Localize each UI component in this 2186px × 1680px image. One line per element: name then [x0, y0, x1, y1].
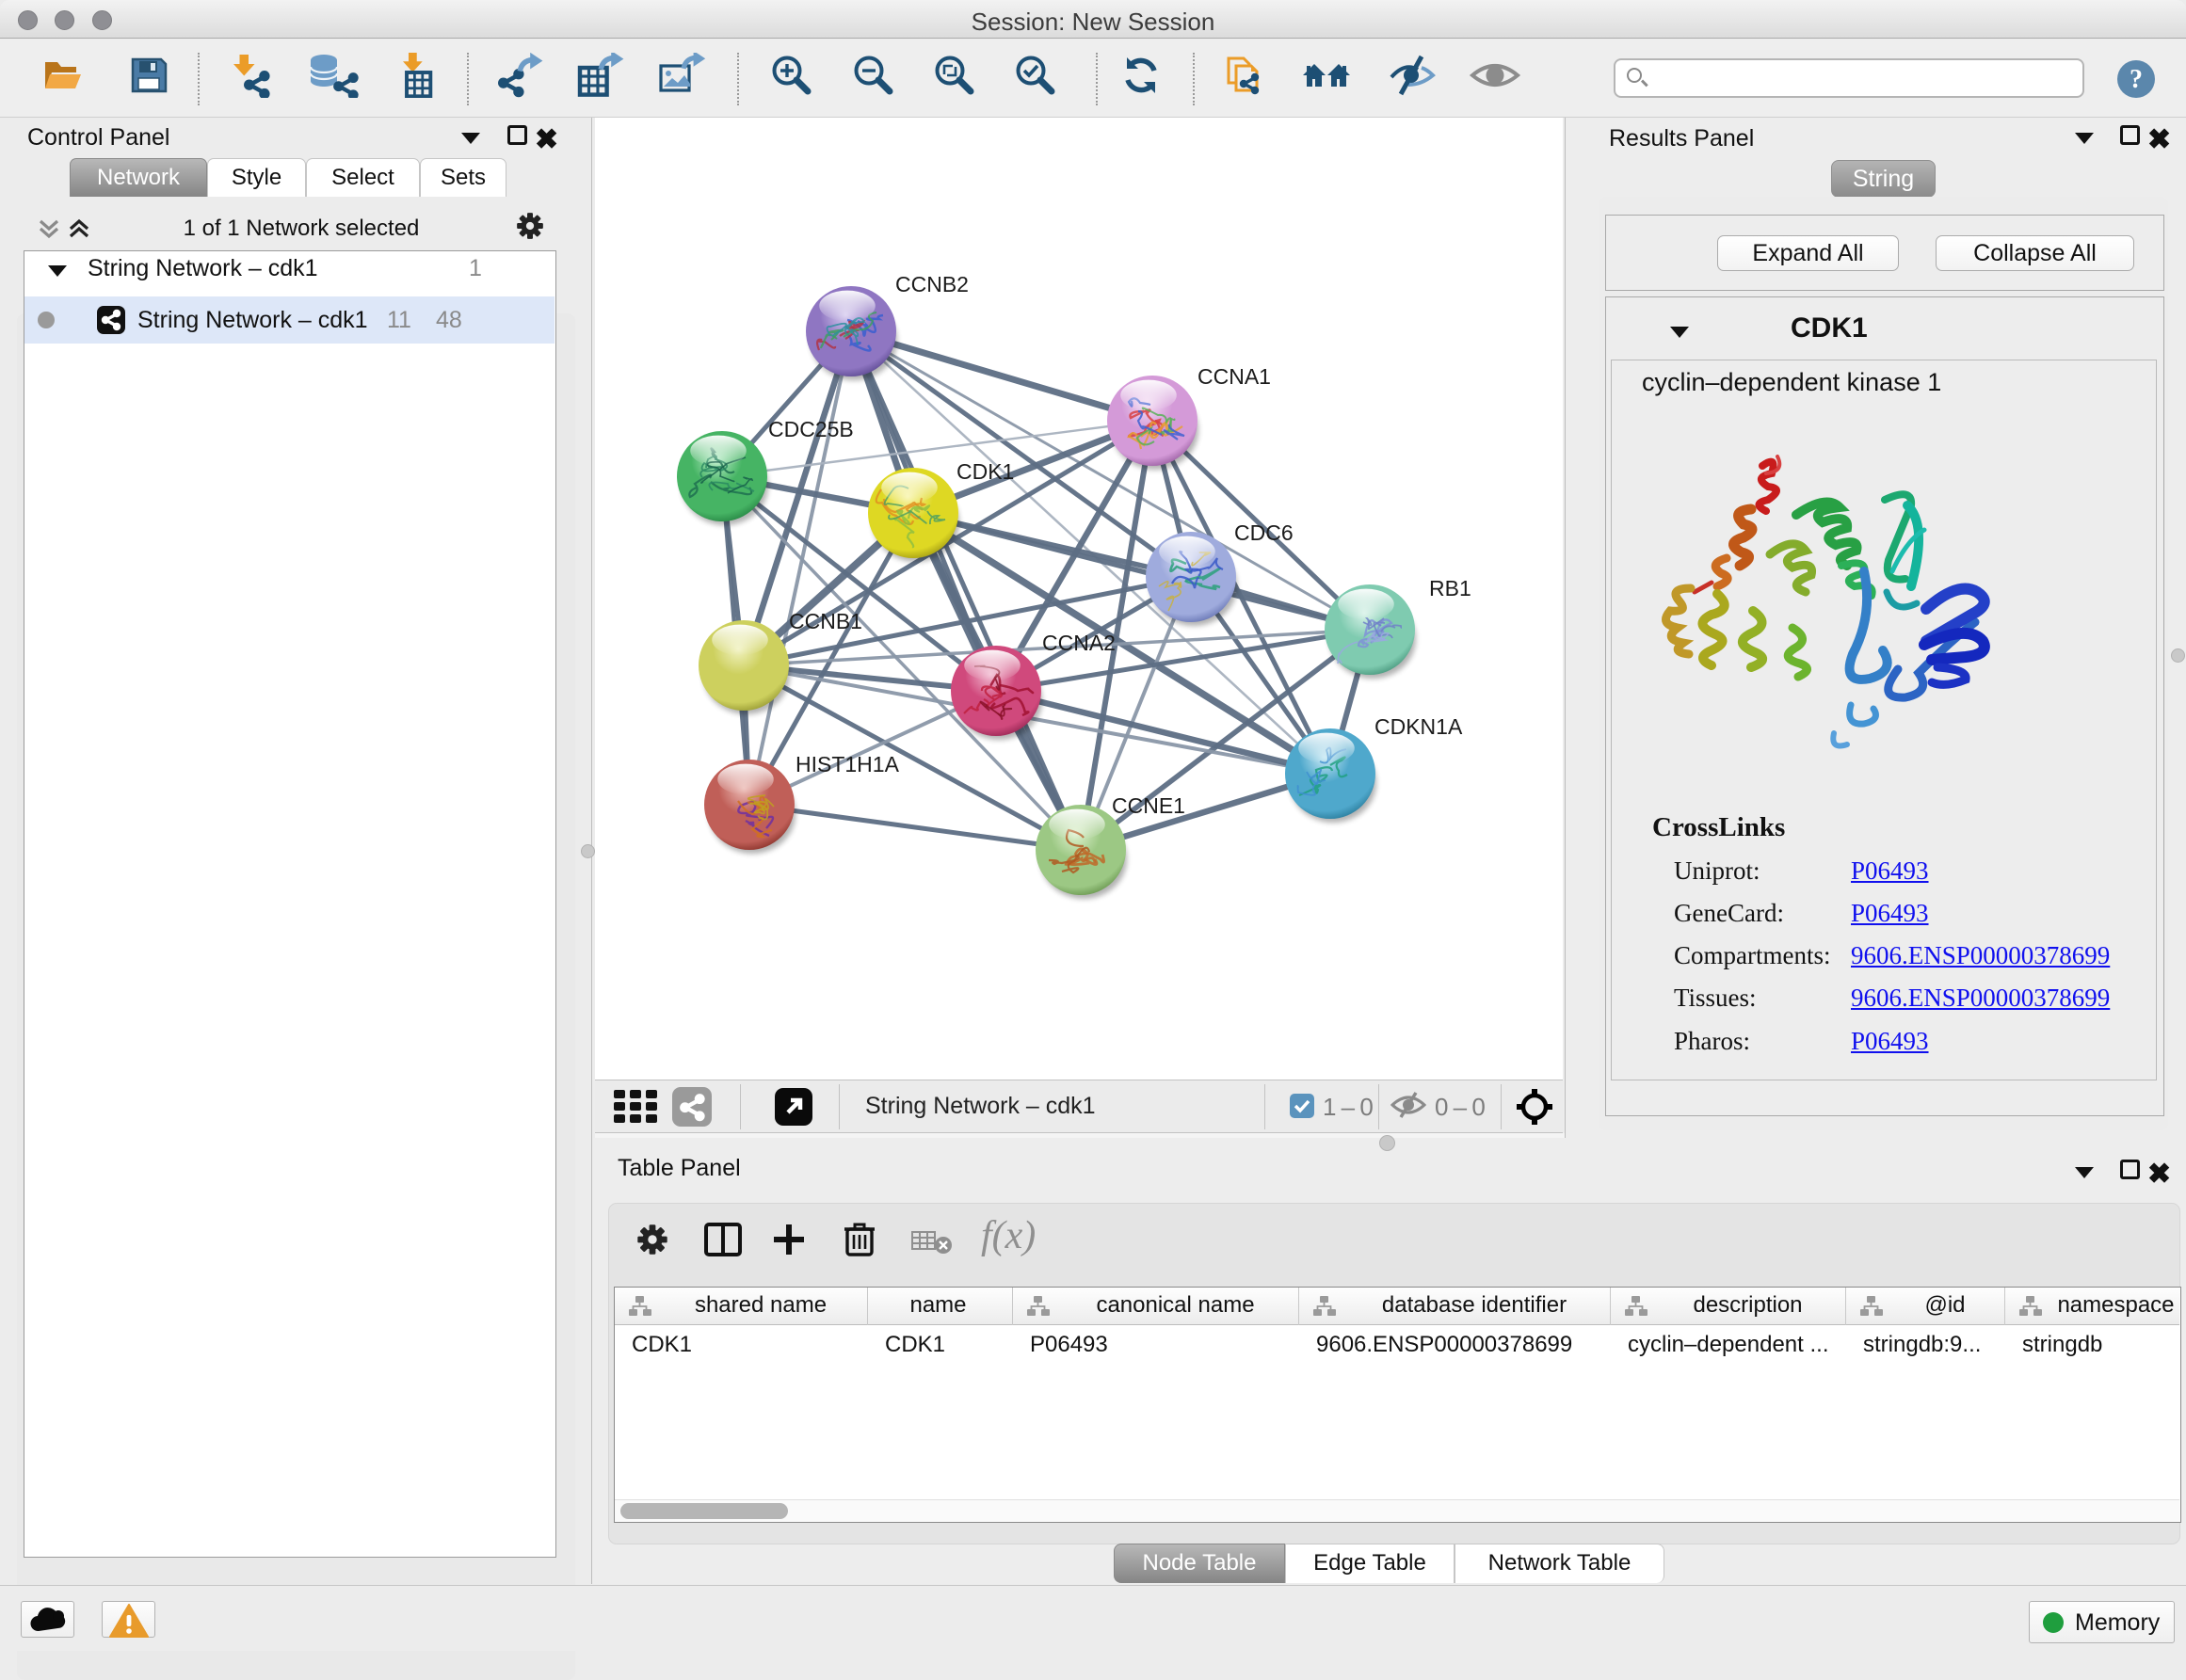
svg-text:CCNB2: CCNB2 — [895, 272, 969, 296]
svg-text:CCNA2: CCNA2 — [1042, 631, 1116, 655]
svg-text:CDKN1A: CDKN1A — [1374, 714, 1463, 739]
svg-text:CDC6: CDC6 — [1234, 520, 1294, 545]
svg-text:RB1: RB1 — [1429, 576, 1471, 600]
svg-text:?: ? — [2130, 65, 2143, 94]
svg-text:CCNE1: CCNE1 — [1112, 793, 1185, 818]
svg-text:CCNA1: CCNA1 — [1197, 364, 1271, 389]
svg-text:HIST1H1A: HIST1H1A — [796, 752, 900, 776]
svg-text:CDK1: CDK1 — [956, 459, 1014, 484]
svg-text:CDC25B: CDC25B — [768, 417, 854, 441]
svg-text:CCNB1: CCNB1 — [789, 609, 862, 633]
